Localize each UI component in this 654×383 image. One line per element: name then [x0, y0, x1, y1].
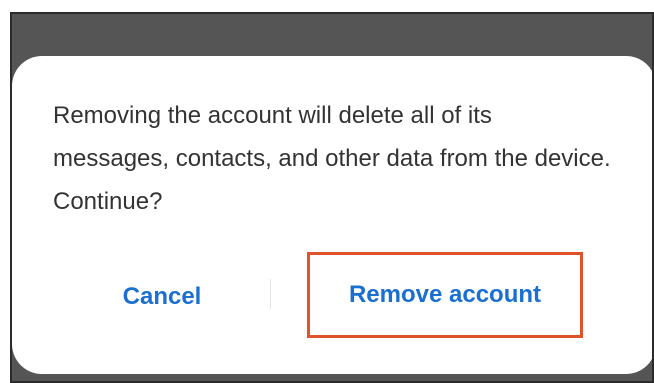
button-divider: [270, 279, 271, 309]
screen-backdrop: Removing the account will delete all of …: [10, 12, 654, 383]
remove-account-dialog: Removing the account will delete all of …: [12, 56, 652, 374]
dialog-message: Removing the account will delete all of …: [53, 102, 611, 215]
remove-account-button[interactable]: Remove account: [307, 252, 583, 338]
cancel-button[interactable]: Cancel: [72, 252, 252, 342]
dialog-actions: Cancel Remove account: [12, 252, 652, 342]
